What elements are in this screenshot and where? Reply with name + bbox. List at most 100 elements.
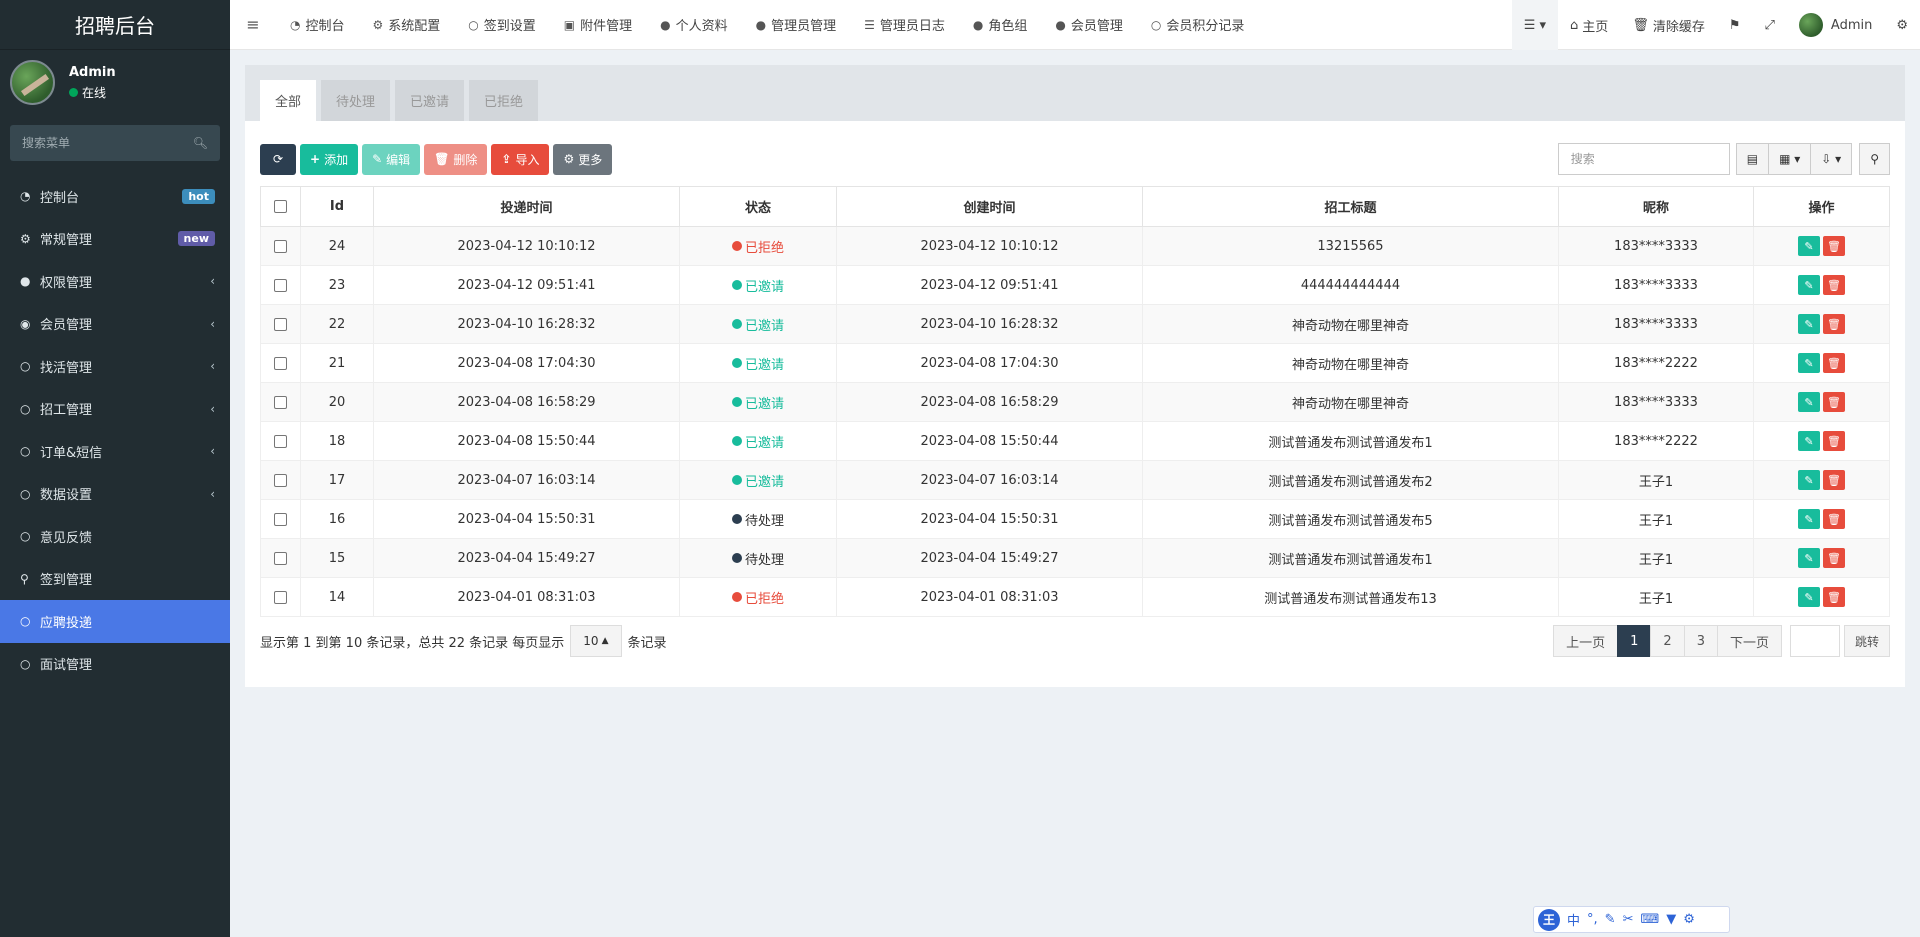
- edit-row-button[interactable]: ✎: [1798, 236, 1820, 256]
- menu-toggle-icon[interactable]: ≡: [230, 15, 276, 34]
- table-row[interactable]: 16 2023-04-04 15:50:31 待处理 2023-04-04 15:50…: [260, 499, 1890, 539]
- delete-button[interactable]: 🗑︎ 删除: [424, 143, 488, 175]
- delete-row-button[interactable]: 🗑︎: [1823, 587, 1845, 607]
- admin-user-menu[interactable]: Admin: [1787, 0, 1884, 50]
- search-icon[interactable]: 🔍︎: [193, 136, 208, 150]
- edit-row-button[interactable]: ✎: [1798, 353, 1820, 373]
- delete-row-button[interactable]: 🗑︎: [1823, 314, 1845, 334]
- settings-button[interactable]: ⚙: [1884, 0, 1920, 50]
- row-checkbox[interactable]: [274, 356, 287, 370]
- tab-member-points[interactable]: ○ 会员积分记录: [1137, 0, 1259, 50]
- delete-row-button[interactable]: 🗑︎: [1823, 353, 1845, 373]
- delete-row-button[interactable]: 🗑︎: [1823, 392, 1845, 412]
- tab-invited[interactable]: 已邀请: [395, 80, 465, 121]
- tab-checkin-settings[interactable]: ○ 签到设置: [454, 0, 550, 50]
- page-2-button[interactable]: 2: [1650, 625, 1685, 657]
- tab-pending[interactable]: 待处理: [321, 80, 391, 121]
- fullscreen-button[interactable]: ⤢: [1753, 0, 1787, 50]
- page-3-button[interactable]: 3: [1683, 625, 1718, 657]
- refresh-button[interactable]: ⟳: [260, 143, 296, 175]
- advanced-search-button[interactable]: ⚲: [1859, 143, 1890, 175]
- edit-row-button[interactable]: ✎: [1798, 509, 1820, 529]
- edit-row-button[interactable]: ✎: [1798, 314, 1820, 334]
- row-checkbox[interactable]: [274, 317, 287, 331]
- pen-icon[interactable]: ✎: [1605, 912, 1616, 927]
- sidebar-item-find-work[interactable]: ○ 找活管理 ‹: [0, 345, 230, 388]
- sidebar-item-permissions[interactable]: ● 权限管理 ‹: [0, 260, 230, 303]
- next-page-button[interactable]: 下一页: [1716, 625, 1782, 657]
- sidebar-item-members[interactable]: ◉ 会员管理 ‹: [0, 303, 230, 346]
- delete-row-button[interactable]: 🗑︎: [1823, 548, 1845, 568]
- table-row[interactable]: 24 2023-04-12 10:10:12 已拒绝 2023-04-12 10:10…: [260, 226, 1890, 266]
- clear-cache-button[interactable]: 🗑︎ 清除缓存: [1620, 0, 1717, 50]
- import-button[interactable]: ⇪ 导入: [491, 143, 550, 175]
- delete-row-button[interactable]: 🗑︎: [1823, 470, 1845, 490]
- page-1-button[interactable]: 1: [1617, 625, 1652, 657]
- col-deliver-time[interactable]: 投递时间: [373, 186, 680, 227]
- tab-attachments[interactable]: ▣ 附件管理: [550, 0, 646, 50]
- col-create-time[interactable]: 创建时间: [836, 186, 1143, 227]
- export-button[interactable]: ⇩ ▾: [1811, 143, 1853, 175]
- tab-system-config[interactable]: ⚙ 系统配置: [359, 0, 455, 50]
- col-nickname[interactable]: 昵称: [1558, 186, 1754, 227]
- delete-row-button[interactable]: 🗑︎: [1823, 275, 1845, 295]
- edit-button[interactable]: ✎ 编辑: [362, 143, 421, 175]
- home-link[interactable]: ⌂ 主页: [1558, 0, 1620, 50]
- sidebar-item-interviews[interactable]: ○ 面试管理: [0, 643, 230, 686]
- more-button[interactable]: ⚙ 更多: [553, 143, 613, 175]
- col-status[interactable]: 状态: [679, 186, 837, 227]
- table-search-input[interactable]: [1557, 143, 1730, 175]
- page-size-select[interactable]: 10 ▲: [570, 625, 622, 657]
- gear-icon[interactable]: ⚙: [1683, 912, 1695, 927]
- tab-role-group[interactable]: ● 角色组: [959, 0, 1042, 50]
- col-id[interactable]: Id: [300, 186, 374, 227]
- row-checkbox[interactable]: [274, 551, 287, 565]
- delete-row-button[interactable]: 🗑︎: [1823, 509, 1845, 529]
- sidebar-item-applications[interactable]: ○ 应聘投递: [0, 600, 230, 643]
- row-checkbox[interactable]: [274, 434, 287, 448]
- prev-page-button[interactable]: 上一页: [1553, 625, 1619, 657]
- row-checkbox[interactable]: [274, 239, 287, 253]
- sidebar-item-data-settings[interactable]: ○ 数据设置 ‹: [0, 473, 230, 516]
- toggle-view-button[interactable]: ▤: [1735, 143, 1770, 175]
- jump-page-input[interactable]: [1789, 625, 1840, 657]
- delete-row-button[interactable]: 🗑︎: [1823, 236, 1845, 256]
- language-button[interactable]: ⚑: [1717, 0, 1753, 50]
- sidebar-item-general[interactable]: ⚙ 常规管理 new: [0, 218, 230, 261]
- tab-rejected[interactable]: 已拒绝: [469, 80, 539, 121]
- table-row[interactable]: 23 2023-04-12 09:51:41 已邀请 2023-04-12 09:51…: [260, 265, 1890, 305]
- select-all-checkbox[interactable]: [274, 200, 287, 213]
- ime-logo-icon[interactable]: 王: [1538, 908, 1560, 931]
- row-checkbox[interactable]: [274, 512, 287, 526]
- table-row[interactable]: 20 2023-04-08 16:58:29 已邀请 2023-04-08 16:58…: [260, 382, 1890, 422]
- row-checkbox[interactable]: [274, 590, 287, 604]
- sidebar-item-checkin[interactable]: ⚲ 签到管理: [0, 558, 230, 601]
- skin-icon[interactable]: ▼: [1666, 912, 1676, 927]
- row-checkbox[interactable]: [274, 278, 287, 292]
- edit-row-button[interactable]: ✎: [1798, 431, 1820, 451]
- sidebar-item-recruit[interactable]: ○ 招工管理 ‹: [0, 388, 230, 431]
- edit-row-button[interactable]: ✎: [1798, 470, 1820, 490]
- scissors-icon[interactable]: ✂: [1623, 912, 1634, 927]
- delete-row-button[interactable]: 🗑︎: [1823, 431, 1845, 451]
- columns-button[interactable]: ▦ ▾: [1769, 143, 1812, 175]
- table-row[interactable]: 21 2023-04-08 17:04:30 已邀请 2023-04-08 17:04…: [260, 343, 1890, 383]
- edit-row-button[interactable]: ✎: [1798, 548, 1820, 568]
- nav-dropdown-button[interactable]: ☰ ▾: [1511, 0, 1559, 50]
- add-button[interactable]: + 添加: [300, 143, 359, 175]
- edit-row-button[interactable]: ✎: [1798, 392, 1820, 412]
- tab-profile[interactable]: ● 个人资料: [646, 0, 742, 50]
- table-row[interactable]: 18 2023-04-08 15:50:44 已邀请 2023-04-08 15:50…: [260, 421, 1890, 461]
- tab-all[interactable]: 全部: [260, 80, 317, 121]
- sidebar-item-dashboard[interactable]: ◔ 控制台 hot: [0, 175, 230, 218]
- edit-row-button[interactable]: ✎: [1798, 275, 1820, 295]
- table-row[interactable]: 15 2023-04-04 15:49:27 待处理 2023-04-04 15:49…: [260, 538, 1890, 578]
- col-title[interactable]: 招工标题: [1142, 186, 1559, 227]
- sidebar-item-orders-sms[interactable]: ○ 订单&短信 ‹: [0, 430, 230, 473]
- row-checkbox[interactable]: [274, 395, 287, 409]
- ime-mode-toggle[interactable]: 中: [1567, 910, 1580, 929]
- table-row[interactable]: 22 2023-04-10 16:28:32 已邀请 2023-04-10 16:28…: [260, 304, 1890, 344]
- tab-admin-manage[interactable]: ● 管理员管理: [742, 0, 851, 50]
- tab-dashboard[interactable]: ◔ 控制台: [276, 0, 359, 50]
- keyboard-icon[interactable]: ⌨: [1640, 912, 1659, 927]
